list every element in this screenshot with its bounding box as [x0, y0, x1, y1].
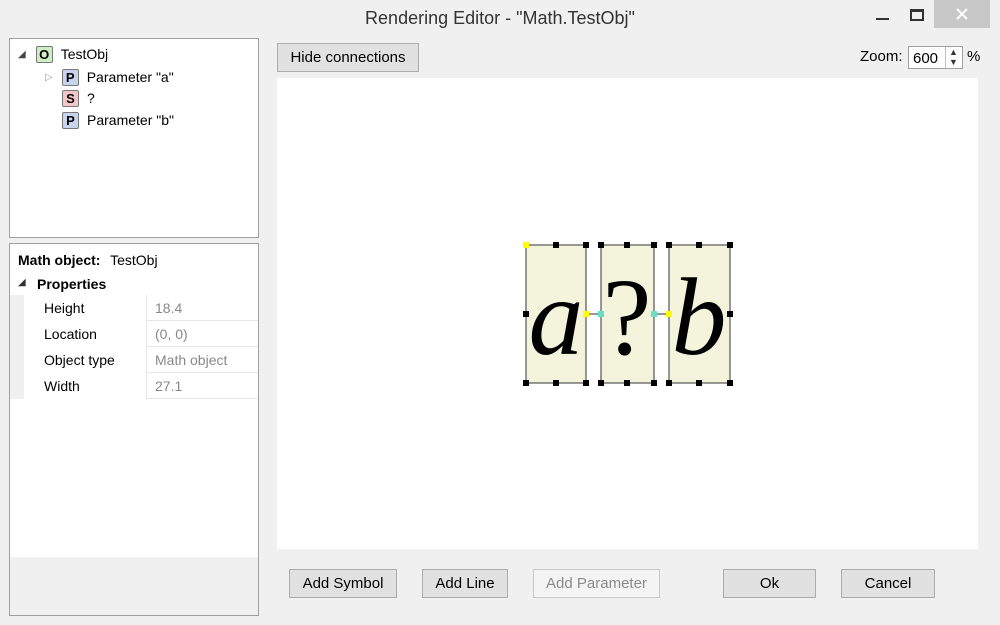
tree-item-label: ? [87, 90, 95, 106]
resize-handle[interactable] [523, 380, 529, 386]
zoom-unit: % [967, 48, 981, 65]
property-value[interactable]: Math object [147, 347, 258, 373]
anchor-point[interactable] [583, 311, 589, 317]
resize-handle[interactable] [696, 242, 702, 248]
property-grid-header: Math object: TestObj [18, 252, 158, 268]
object-icon: O [35, 45, 53, 63]
minimize-icon [875, 18, 889, 20]
resize-handle[interactable] [598, 380, 604, 386]
ok-button[interactable]: Ok [723, 569, 816, 598]
tree-item-label: Parameter "a" [86, 69, 174, 85]
zoom-value[interactable]: 600 [913, 50, 938, 67]
spin-up-icon[interactable]: ▲ [949, 48, 958, 57]
property-value[interactable]: (0, 0) [147, 321, 258, 347]
resize-handle[interactable] [651, 380, 657, 386]
anchor-point[interactable] [666, 311, 672, 317]
hide-connections-button[interactable]: Hide connections [277, 43, 419, 72]
property-category[interactable]: ◢ Properties [10, 274, 258, 295]
property-row[interactable]: Location (0, 0) [10, 321, 258, 347]
window-title: Rendering Editor - "Math.TestObj" [365, 8, 635, 28]
resize-handle[interactable] [553, 380, 559, 386]
resize-handle[interactable] [727, 242, 733, 248]
cancel-button[interactable]: Cancel [841, 569, 935, 598]
add-parameter-button[interactable]: Add Parameter [533, 569, 660, 598]
row-gutter [10, 347, 24, 373]
tree-item-symbol[interactable]: S ? [62, 88, 95, 108]
resize-handle[interactable] [696, 380, 702, 386]
rendering-canvas[interactable]: a ? b [277, 78, 978, 549]
resize-handle[interactable] [523, 311, 529, 317]
property-name: Height [24, 295, 147, 321]
symbol-box-question[interactable]: ? [600, 244, 655, 384]
add-line-button[interactable]: Add Line [422, 569, 508, 598]
canvas-drawing[interactable]: a ? b [277, 78, 978, 549]
row-gutter [10, 321, 24, 347]
connector-point[interactable] [651, 311, 657, 317]
maximize-button[interactable] [895, 0, 939, 30]
glyph-b: b [672, 256, 727, 378]
symbol-box-b[interactable]: b [668, 244, 731, 384]
tree-item-parameter-a[interactable]: ▷ P Parameter "a" [45, 67, 174, 87]
property-row[interactable]: Object type Math object [10, 347, 258, 373]
selected-object-label: Math object: [18, 252, 101, 268]
glyph-question: ? [603, 256, 652, 378]
spinner-buttons[interactable]: ▲ ▼ [945, 47, 962, 68]
title-bar: Rendering Editor - "Math.TestObj" [0, 0, 1000, 37]
resize-handle[interactable] [553, 242, 559, 248]
collapse-arrow-icon[interactable]: ◢ [18, 49, 26, 60]
symbol-box-a[interactable]: a [525, 244, 587, 384]
symbol-icon: S [62, 89, 79, 107]
resize-handle[interactable] [651, 242, 657, 248]
resize-handle[interactable] [666, 242, 672, 248]
resize-handle[interactable] [583, 242, 589, 248]
tree-item-parameter-b[interactable]: P Parameter "b" [62, 110, 174, 130]
property-grid-body: Math object: TestObj ◢ Properties Height… [10, 244, 258, 557]
resize-handle[interactable] [727, 311, 733, 317]
resize-handle[interactable] [624, 380, 630, 386]
add-symbol-button[interactable]: Add Symbol [289, 569, 397, 598]
property-row[interactable]: Width 27.1 [10, 373, 258, 399]
parameter-icon: P [61, 68, 79, 86]
zoom-label: Zoom: [860, 48, 903, 65]
selected-object-value: TestObj [110, 252, 158, 268]
expand-arrow-icon[interactable]: ▷ [45, 72, 53, 83]
spin-down-icon[interactable]: ▼ [949, 58, 958, 67]
connector-point[interactable] [598, 311, 604, 317]
resize-handle[interactable] [624, 242, 630, 248]
resize-handle[interactable] [598, 242, 604, 248]
tree-item-label: TestObj [60, 46, 109, 62]
parameter-icon: P [62, 111, 79, 129]
close-button[interactable] [934, 0, 990, 28]
property-grid: Math object: TestObj ◢ Properties Height… [9, 243, 259, 616]
collapse-arrow-icon[interactable]: ◢ [18, 277, 26, 288]
object-tree[interactable]: ◢ O TestObj ▷ P Parameter "a" S ? P Para… [9, 38, 259, 238]
category-label: Properties [37, 276, 107, 292]
resize-handle[interactable] [727, 380, 733, 386]
glyph-a: a [529, 256, 584, 378]
zoom-spinner[interactable]: 600 ▲ ▼ [908, 46, 963, 69]
property-value[interactable]: 27.1 [147, 373, 258, 399]
maximize-icon [910, 9, 924, 21]
property-name: Width [24, 373, 147, 399]
property-row[interactable]: Height 18.4 [10, 295, 258, 321]
resize-handle[interactable] [666, 380, 672, 386]
tree-item-testobj[interactable]: ◢ O TestObj [18, 44, 108, 64]
property-name: Object type [24, 347, 147, 373]
tree-item-label: Parameter "b" [87, 112, 174, 128]
resize-handle[interactable] [583, 380, 589, 386]
anchor-point[interactable] [523, 242, 529, 248]
property-name: Location [24, 321, 147, 347]
row-gutter [10, 373, 24, 399]
close-icon [956, 8, 968, 20]
property-value[interactable]: 18.4 [147, 295, 258, 321]
row-gutter [10, 295, 24, 321]
